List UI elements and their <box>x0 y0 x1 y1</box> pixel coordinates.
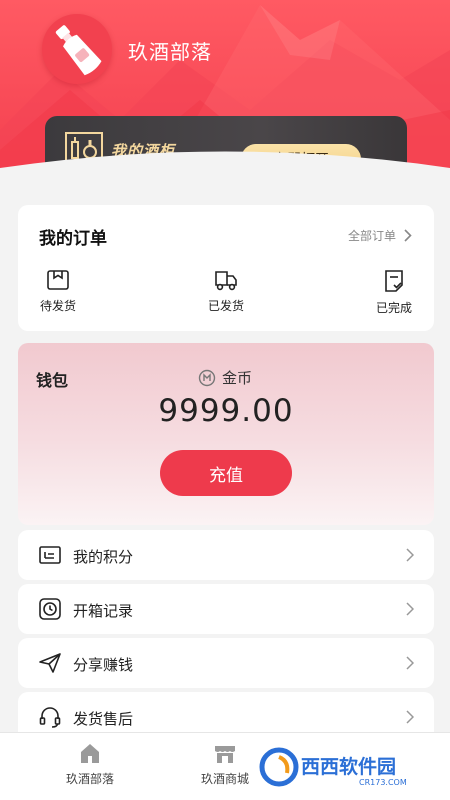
order-shipped-label: 已发货 <box>207 299 244 313</box>
wallet-title: 钱包 <box>36 371 69 390</box>
chevron-right-icon <box>406 548 414 562</box>
currency-label: 金币 <box>222 369 253 387</box>
header-curve <box>0 151 450 220</box>
all-orders-link[interactable]: 全部订单 <box>348 227 412 244</box>
send-icon <box>39 653 61 673</box>
menu-item-label: 我的积分 <box>73 548 134 566</box>
pending-shipment-icon <box>47 270 69 290</box>
orders-card: 我的订单 全部订单 待发货 已发货 已完成 <box>18 205 434 331</box>
points-icon <box>39 546 61 564</box>
all-orders-label: 全部订单 <box>347 229 396 243</box>
menu-item-label: 发货售后 <box>73 710 134 728</box>
shop-icon <box>215 746 235 763</box>
order-shipped[interactable]: 已发货 <box>186 269 266 314</box>
chevron-right-icon <box>406 710 414 724</box>
menu-item-label: 开箱记录 <box>73 602 134 620</box>
order-pending-label: 待发货 <box>39 299 76 313</box>
coin-icon <box>198 369 216 386</box>
menu-item-unbox-records[interactable]: 开箱记录 <box>18 584 434 634</box>
watermark-domain: CR173.COM <box>359 778 407 787</box>
chevron-right-icon <box>406 602 414 616</box>
order-completed[interactable]: 已完成 <box>354 269 434 316</box>
tab-label: 玖酒部落 <box>65 772 114 786</box>
truck-icon <box>215 271 237 291</box>
wallet-card: 钱包 金币 9999.00 充值 <box>18 343 434 525</box>
menu-item-share-earn[interactable]: 分享赚钱 <box>18 638 434 688</box>
menu-item-points[interactable]: 我的积分 <box>18 530 434 580</box>
headset-icon <box>39 707 61 728</box>
tab-home[interactable]: 玖酒部落 <box>40 741 140 787</box>
wallet-balance: 9999.00 <box>158 393 294 429</box>
currency-row: 金币 <box>198 367 252 388</box>
watermark-brand: 西西软件园 <box>301 755 396 778</box>
clock-icon <box>39 598 61 620</box>
watermark-logo: 西西软件园 CR173.COM <box>255 745 450 789</box>
orders-title: 我的订单 <box>39 229 107 249</box>
chevron-right-icon <box>404 229 412 242</box>
order-completed-label: 已完成 <box>375 301 412 315</box>
order-pending-shipment[interactable]: 待发货 <box>18 269 98 314</box>
home-icon <box>81 744 99 763</box>
recharge-button[interactable]: 充值 <box>160 450 292 496</box>
chevron-right-icon <box>406 656 414 670</box>
completed-icon <box>385 270 403 292</box>
menu-item-label: 分享赚钱 <box>73 656 134 674</box>
